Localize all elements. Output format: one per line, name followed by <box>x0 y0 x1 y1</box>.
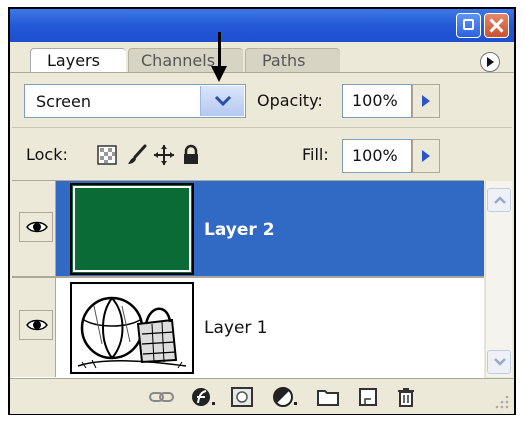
opacity-label: Opacity: <box>257 91 323 110</box>
adjustment-icon[interactable] <box>272 386 297 408</box>
blend-mode-value: Screen <box>36 92 92 111</box>
new-layer-icon[interactable] <box>356 386 380 408</box>
beach-ball-sketch-icon <box>77 296 187 369</box>
title-bar[interactable] <box>10 9 514 42</box>
lock-transparent-icon[interactable] <box>96 144 118 166</box>
eye-icon <box>26 221 48 233</box>
divider <box>12 127 512 128</box>
restore-icon[interactable] <box>456 13 481 38</box>
lock-all-icon[interactable] <box>180 144 202 166</box>
layer-style-icon[interactable] <box>190 386 215 408</box>
lock-move-icon[interactable] <box>153 144 175 166</box>
fill-slider-button[interactable] <box>412 139 440 173</box>
scroll-down-button[interactable] <box>487 350 511 374</box>
link-icon[interactable] <box>148 386 174 408</box>
blend-mode-dropdown-button[interactable] <box>200 86 244 116</box>
tab-paths-label: Paths <box>262 51 306 70</box>
annotation-arrow-shaft <box>218 32 221 70</box>
scroll-up-button[interactable] <box>487 188 511 212</box>
tab-layers[interactable]: Layers <box>30 48 126 72</box>
tab-paths[interactable]: Paths <box>245 48 340 72</box>
chevron-down-icon <box>214 95 232 107</box>
eye-icon <box>26 319 48 331</box>
group-folder-icon[interactable] <box>316 386 340 408</box>
annotation-arrow-head <box>211 66 227 82</box>
visibility-toggle[interactable] <box>19 212 53 242</box>
fill-label: Fill: <box>302 145 329 164</box>
fill-input[interactable]: 100% <box>342 139 412 173</box>
close-icon[interactable] <box>484 13 509 38</box>
layer-name[interactable]: Layer 1 <box>204 318 268 338</box>
lock-label: Lock: <box>26 145 68 164</box>
opacity-slider-button[interactable] <box>412 84 440 118</box>
layer-name[interactable]: Layer 2 <box>204 220 275 240</box>
layer-thumbnail[interactable] <box>70 282 194 374</box>
bottom-toolbar <box>10 378 514 414</box>
lock-brush-icon[interactable] <box>126 144 148 166</box>
tab-channels-label: Channels <box>141 51 216 70</box>
mask-icon[interactable] <box>230 386 254 408</box>
layer-thumbnail[interactable] <box>70 183 194 275</box>
visibility-toggle[interactable] <box>19 310 53 340</box>
tab-layers-label: Layers <box>47 51 100 70</box>
chevron-down-icon <box>494 358 506 366</box>
opacity-input[interactable]: 100% <box>342 84 412 118</box>
palette-menu-icon[interactable] <box>480 52 500 72</box>
chevron-up-icon <box>494 196 506 204</box>
resize-grip-icon[interactable] <box>492 392 510 410</box>
trash-icon[interactable] <box>394 386 418 408</box>
